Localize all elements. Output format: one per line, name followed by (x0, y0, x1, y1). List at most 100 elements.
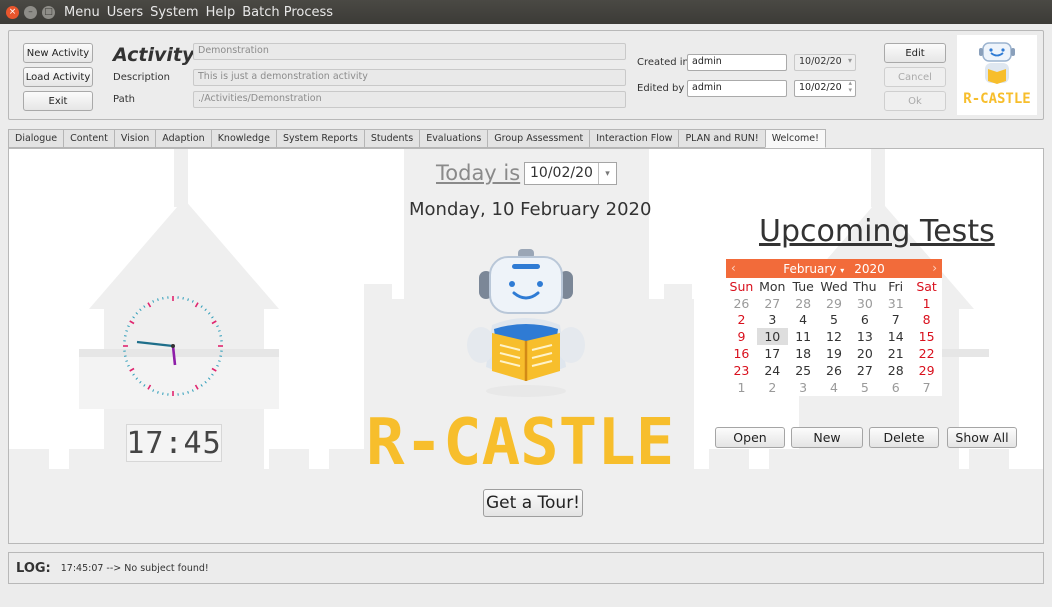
menu-item-menu[interactable]: Menu (64, 5, 100, 20)
delete-test-button[interactable]: Delete (869, 427, 939, 448)
today-date-picker[interactable]: 10/02/20 ▾ (524, 162, 617, 185)
created-in-date-field[interactable]: 10/02/20 ▾ (794, 54, 856, 71)
maximize-window-icon[interactable]: □ (42, 5, 55, 19)
calendar-day[interactable]: 28 (788, 295, 819, 312)
calendar-day[interactable]: 11 (788, 328, 819, 345)
r-castle-logo: R-CASTLE (366, 406, 675, 480)
weekday-header: Sat (916, 278, 937, 294)
calendar-month-selector[interactable]: February ▾ (783, 262, 844, 276)
calendar-day[interactable]: 20 (849, 345, 880, 362)
get-a-tour-button[interactable]: Get a Tour! (483, 489, 583, 517)
chevron-down-icon[interactable]: ▾ (848, 56, 852, 65)
title-bar: × – □ Menu Users System Help Batch Proce… (0, 0, 1052, 24)
calendar-day[interactable]: 26 (819, 362, 850, 379)
calendar-day[interactable]: 5 (849, 379, 880, 396)
today-label: Today is (436, 161, 521, 185)
calendar-day[interactable]: 26 (726, 295, 757, 312)
tab-system-reports[interactable]: System Reports (275, 129, 364, 148)
menu-item-help[interactable]: Help (206, 5, 236, 20)
menu-item-system[interactable]: System (150, 5, 198, 20)
calendar-day[interactable]: 22 (911, 345, 942, 362)
calendar-day[interactable]: 23 (726, 362, 757, 379)
calendar-day[interactable]: 31 (880, 295, 911, 312)
description-field[interactable]: This is just a demonstration activity (193, 69, 626, 86)
new-test-button[interactable]: New (791, 427, 863, 448)
calendar-day[interactable]: 12 (819, 328, 850, 345)
calendar-day[interactable]: 29 (819, 295, 850, 312)
tab-knowledge[interactable]: Knowledge (210, 129, 276, 148)
calendar-day[interactable]: 4 (788, 312, 819, 329)
minimize-window-icon[interactable]: – (24, 5, 37, 19)
calendar-day[interactable]: 25 (788, 362, 819, 379)
clock-tick (135, 377, 139, 380)
calendar-day[interactable]: 27 (849, 362, 880, 379)
tab-group-assessment[interactable]: Group Assessment (487, 129, 590, 148)
calendar-day[interactable]: 10 (756, 328, 788, 346)
calendar-day[interactable]: 19 (819, 345, 850, 362)
calendar-day[interactable]: 3 (788, 379, 819, 396)
clock-tick (162, 392, 164, 396)
show-all-tests-button[interactable]: Show All (947, 427, 1017, 448)
tab-students[interactable]: Students (363, 129, 420, 148)
calendar-day[interactable]: 7 (911, 379, 942, 396)
activity-name-field[interactable]: Demonstration (193, 43, 626, 60)
edited-by-user-field[interactable]: admin (687, 80, 787, 97)
tab-dialogue[interactable]: Dialogue (8, 129, 64, 148)
calendar-day[interactable]: 14 (880, 328, 911, 345)
edit-button[interactable]: Edit (884, 43, 946, 63)
welcome-panel: Today is 10/02/20 ▾ Monday, 10 February … (8, 148, 1044, 544)
calendar-day[interactable]: 18 (788, 345, 819, 362)
tab-welcome[interactable]: Welcome! (764, 129, 826, 148)
ok-button[interactable]: Ok (884, 91, 946, 111)
weekday-header: Sun (729, 278, 754, 294)
clock-tick (162, 296, 164, 300)
exit-button[interactable]: Exit (23, 91, 93, 111)
calendar-day[interactable]: 15 (911, 328, 942, 345)
calendar-day[interactable]: 5 (819, 312, 850, 329)
open-test-button[interactable]: Open (715, 427, 785, 448)
calendar-day[interactable]: 6 (849, 312, 880, 329)
calendar-day[interactable]: 24 (757, 362, 788, 379)
new-activity-button[interactable]: New Activity (23, 43, 93, 63)
calendar-day[interactable]: 8 (911, 312, 942, 329)
calendar-day[interactable]: 27 (757, 295, 788, 312)
spinner-icon[interactable]: ▴ ▾ (848, 81, 852, 94)
calendar-day[interactable]: 2 (757, 379, 788, 396)
calendar-day[interactable]: 28 (880, 362, 911, 379)
tab-adaption[interactable]: Adaption (155, 129, 211, 148)
tab-content[interactable]: Content (63, 129, 114, 148)
tab-evaluations[interactable]: Evaluations (419, 129, 488, 148)
calendar-day[interactable]: 6 (880, 379, 911, 396)
calendar-day[interactable]: 3 (757, 312, 788, 329)
tab-vision[interactable]: Vision (113, 129, 156, 148)
chevron-right-icon[interactable]: › (932, 261, 937, 275)
calendar-day[interactable]: 21 (880, 345, 911, 362)
menu-item-batch-process[interactable]: Batch Process (242, 5, 333, 20)
chevron-left-icon[interactable]: ‹ (731, 261, 736, 275)
calendar-day[interactable]: 7 (880, 312, 911, 329)
tab-interaction-flow[interactable]: Interaction Flow (589, 129, 679, 148)
calendar-day[interactable]: 4 (819, 379, 850, 396)
calendar-day[interactable]: 30 (849, 295, 880, 312)
chevron-down-icon[interactable]: ▾ (598, 163, 616, 184)
calendar-day[interactable]: 1 (911, 295, 942, 312)
calendar-day[interactable]: 1 (726, 379, 757, 396)
close-window-icon[interactable]: × (6, 5, 19, 19)
load-activity-button[interactable]: Load Activity (23, 67, 93, 87)
calendar-day[interactable]: 16 (726, 345, 757, 362)
cancel-button[interactable]: Cancel (884, 67, 946, 87)
clock-tick (194, 384, 199, 390)
path-field[interactable]: ./Activities/Demonstration (193, 91, 626, 108)
created-in-user-field[interactable]: admin (687, 54, 787, 71)
calendar-year[interactable]: 2020 (854, 262, 885, 276)
calendar-day[interactable]: 9 (726, 328, 757, 345)
calendar-day[interactable]: 2 (726, 312, 757, 329)
calendar-day[interactable]: 13 (849, 328, 880, 345)
menu-item-users[interactable]: Users (107, 5, 143, 20)
clock-tick (147, 302, 152, 308)
edited-by-date-field[interactable]: 10/02/20 ▴ ▾ (794, 80, 856, 97)
tab-plan-and-run[interactable]: PLAN and RUN! (678, 129, 765, 148)
calendar-day[interactable]: 29 (911, 362, 942, 379)
calendar-month: February (783, 261, 837, 276)
calendar-day[interactable]: 17 (757, 345, 788, 362)
